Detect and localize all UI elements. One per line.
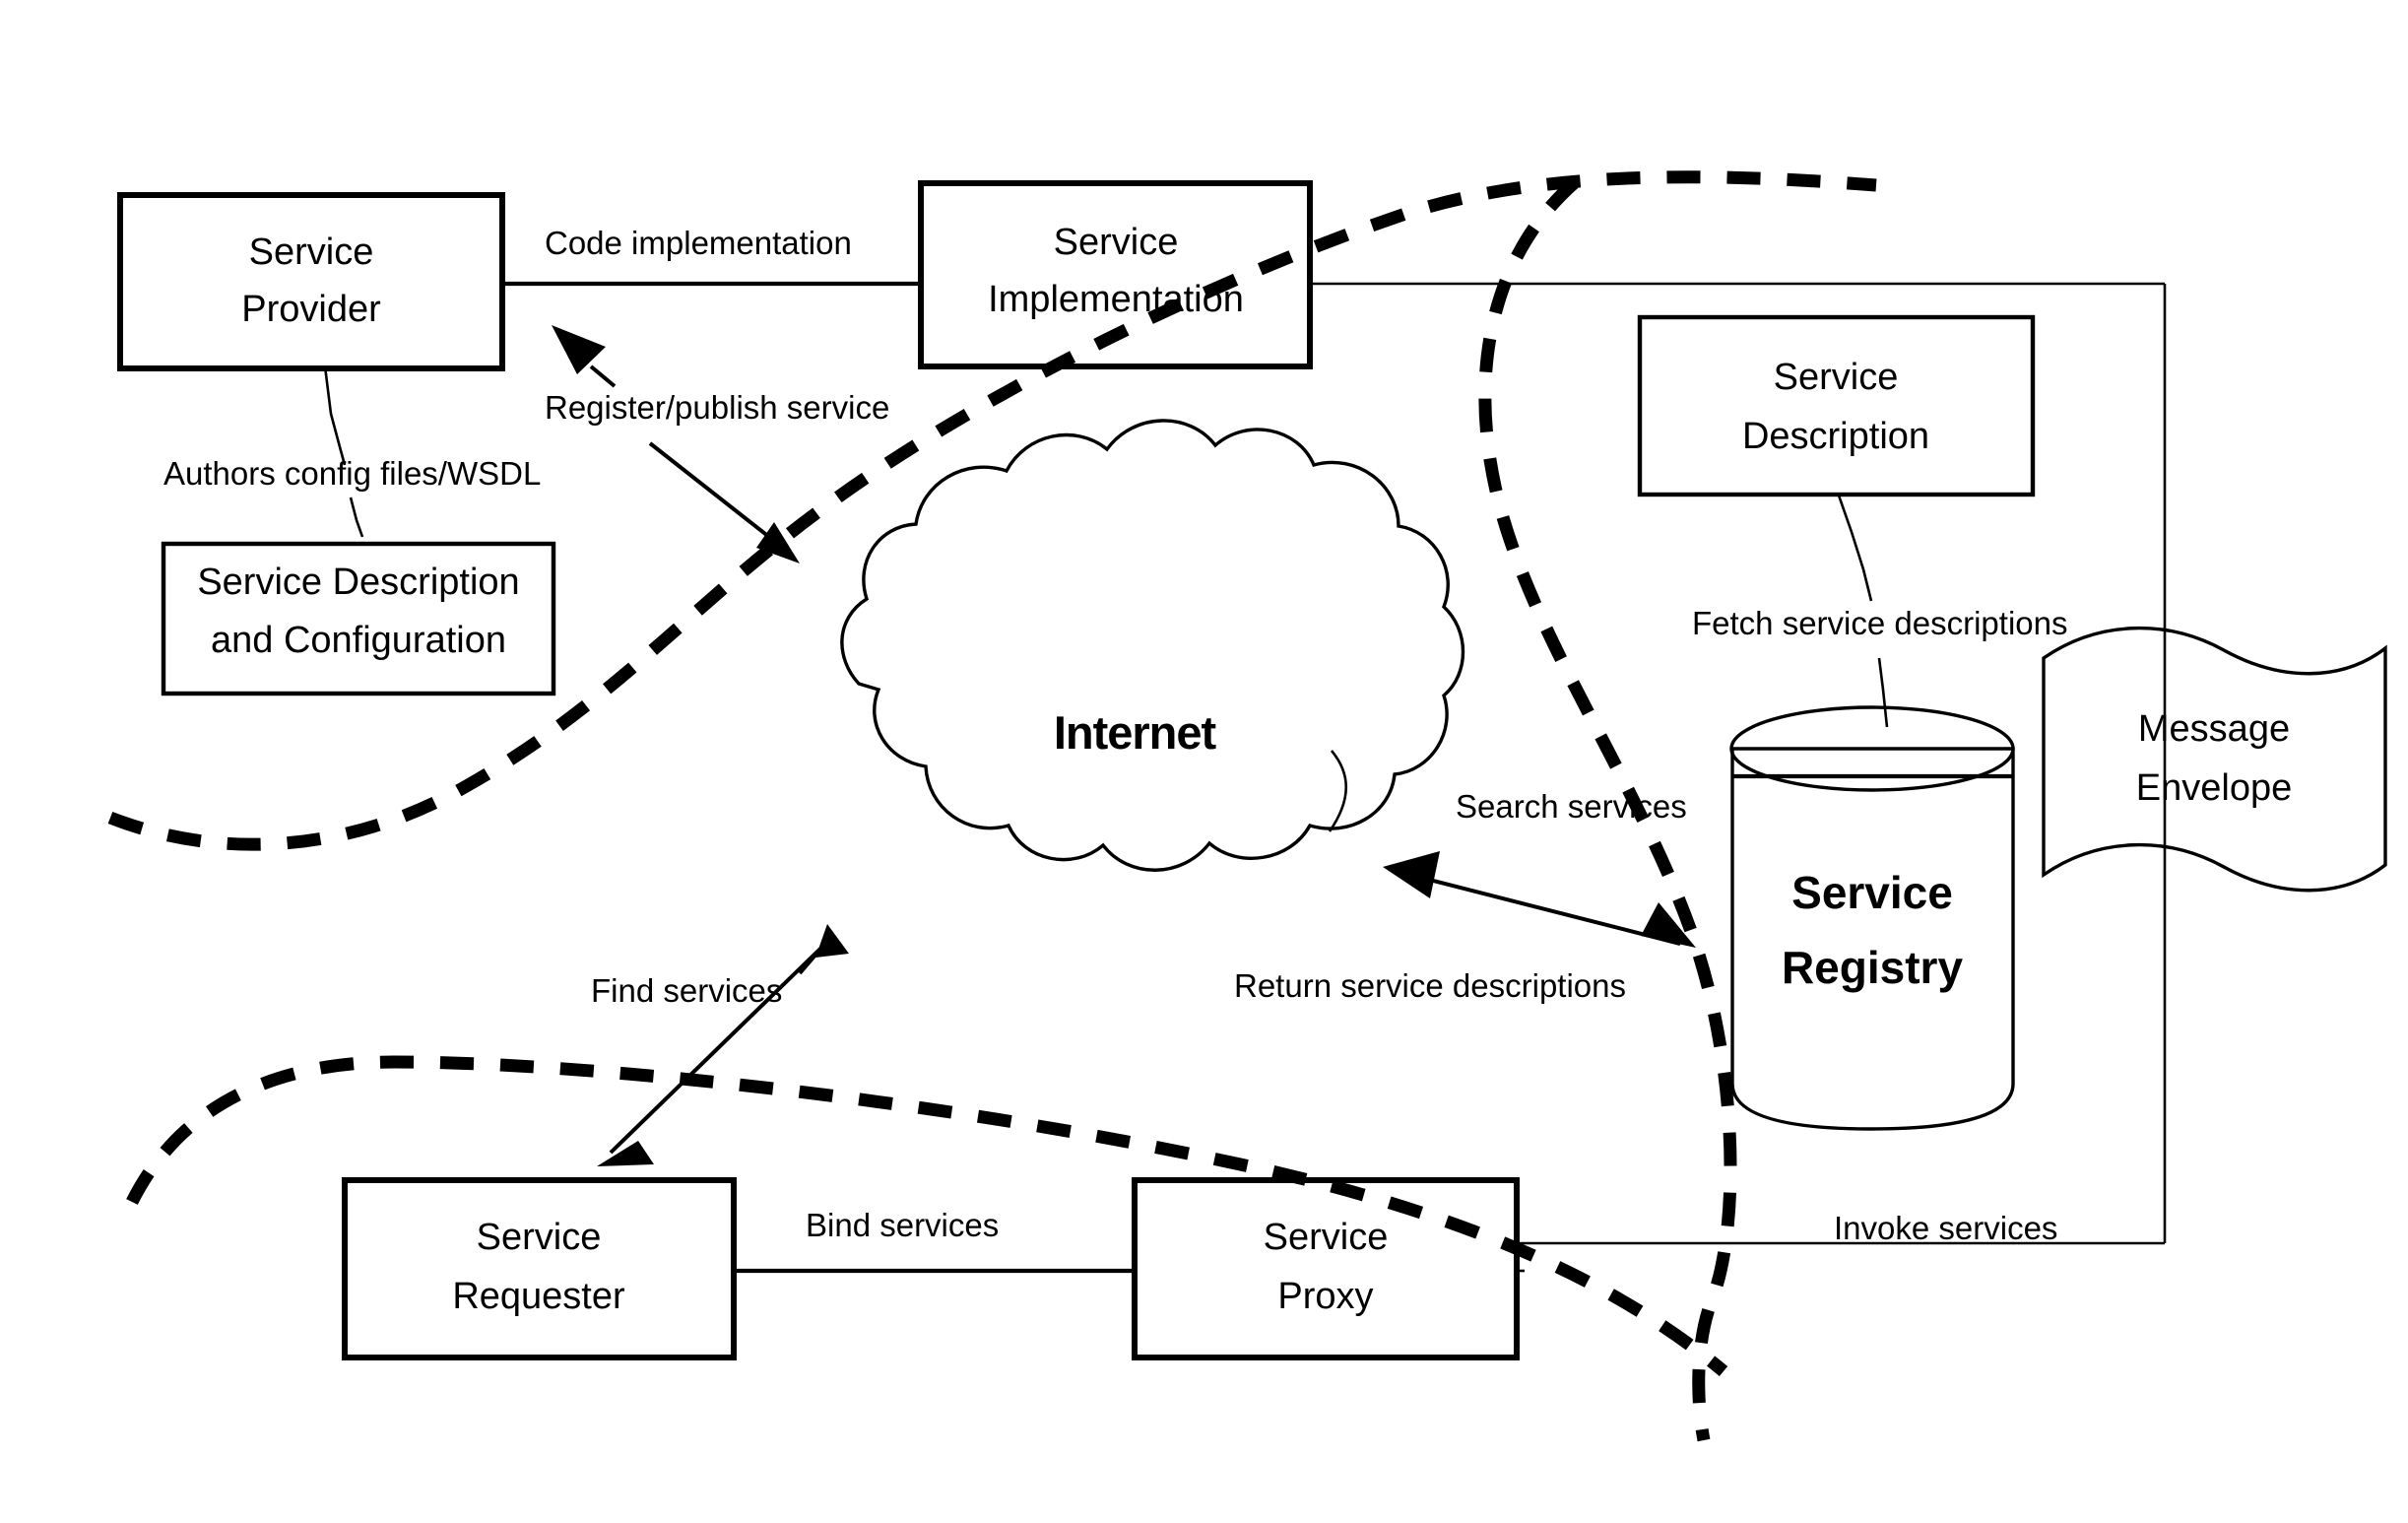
service-implementation-label-line2: Implementation (988, 279, 1244, 320)
service-proxy-label-line1: Service (1264, 1217, 1389, 1258)
label-search-services: Search services (1456, 788, 1687, 825)
leader-fetch-to-registry (1877, 657, 1889, 728)
label-bind-services: Bind services (806, 1207, 999, 1243)
node-service-requester[interactable]: Service Requester (342, 1177, 737, 1360)
service-implementation-label-line1: Service (1054, 222, 1179, 263)
label-register-publish-service: Register/publish service (545, 389, 889, 426)
node-service-description[interactable]: Service Description (1637, 314, 2036, 497)
service-description-config-label-line1: Service Description (197, 562, 519, 603)
service-provider-label-line1: Service (249, 232, 374, 273)
service-requester-label-line2: Requester (452, 1276, 625, 1317)
node-service-proxy[interactable]: Service Proxy (1132, 1177, 1520, 1360)
service-requester-label-line1: Service (477, 1217, 602, 1258)
diagram-canvas: Internet Service Provider Service Implem… (0, 0, 2408, 1523)
service-registry-label-line1: Service (1791, 867, 1953, 918)
leader-description-to-fetch (1836, 492, 1873, 602)
arrow-register-publish-service (648, 441, 800, 563)
leader-authors-to-description-config (349, 497, 364, 538)
node-service-description-and-configuration[interactable]: Service Description and Configuration (161, 541, 556, 696)
arrowhead-into-cloud (798, 924, 849, 975)
label-authors-config-files-wsdl: Authors config files/WSDL (163, 455, 541, 492)
node-service-provider[interactable]: Service Provider (117, 192, 505, 371)
internet-cloud-label: Internet (1054, 706, 1217, 759)
service-registry-label-line2: Registry (1782, 942, 1963, 993)
message-envelope-label-line2: Envelope (2136, 767, 2292, 809)
label-fetch-service-descriptions: Fetch service descriptions (1692, 605, 2067, 641)
node-service-registry[interactable]: Service Registry (1729, 705, 2015, 1131)
internet-cloud (840, 419, 1465, 872)
leader-provider-to-description-config (323, 365, 347, 466)
label-code-implementation: Code implementation (545, 225, 852, 261)
arrowhead-toward-service-provider (552, 325, 617, 388)
message-envelope-label-line1: Message (2138, 708, 2290, 750)
web-services-architecture-diagram: Internet Service Provider Service Implem… (107, 170, 2387, 1442)
label-find-services: Find services (591, 972, 782, 1009)
service-description-config-label-line2: and Configuration (211, 620, 506, 661)
label-return-service-descriptions: Return service descriptions (1234, 967, 1626, 1004)
service-description-label-line1: Service (1774, 357, 1899, 398)
label-invoke-services: Invoke services (1834, 1210, 2057, 1246)
node-message-envelope[interactable]: Message Envelope (2042, 626, 2387, 893)
arrow-return-service-descriptions (1383, 851, 1696, 948)
service-description-label-line2: Description (1742, 416, 1929, 457)
service-provider-label-line2: Provider (241, 289, 381, 330)
service-proxy-label-line2: Proxy (1277, 1276, 1373, 1317)
